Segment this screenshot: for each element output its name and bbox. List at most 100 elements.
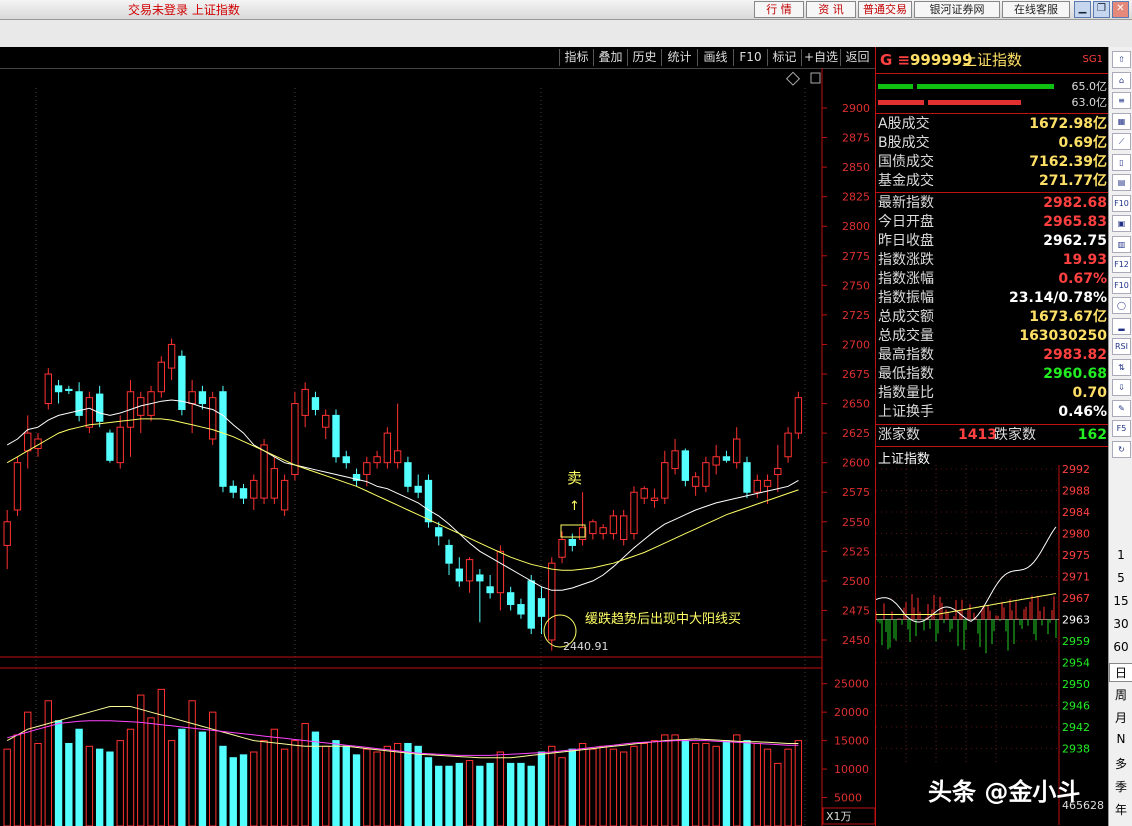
tool-indicator[interactable]: 指标 xyxy=(559,49,593,66)
down-arrow-icon[interactable]: ⇩ xyxy=(1112,379,1131,396)
mini-tick-label: 2980 xyxy=(1062,528,1090,541)
candle-body xyxy=(650,497,659,501)
period-9[interactable]: 多 xyxy=(1109,755,1132,772)
tool-overlay[interactable]: 叠加 xyxy=(593,49,627,66)
trade-button[interactable]: 普通交易 xyxy=(858,1,912,18)
tool-mark[interactable]: 标记 xyxy=(767,49,801,66)
period-3[interactable]: 30 xyxy=(1109,617,1132,631)
volume-unit: X1万 xyxy=(826,810,852,823)
rsi-icon[interactable]: RSI xyxy=(1112,338,1131,355)
candle-body xyxy=(784,432,792,458)
tool-drawing[interactable]: 画线 xyxy=(697,49,733,66)
period-0[interactable]: 1 xyxy=(1109,548,1132,562)
volume-bar xyxy=(671,734,679,826)
period-6[interactable]: 周 xyxy=(1109,686,1132,703)
f5-icon[interactable]: F5 xyxy=(1112,420,1131,437)
candle-body xyxy=(54,385,63,393)
candle-body xyxy=(640,488,648,499)
candle-body xyxy=(794,397,803,434)
candle-body xyxy=(691,476,700,487)
candle-body xyxy=(393,450,402,464)
quote-row: 总成交量 163030250 xyxy=(878,327,1107,346)
price-tick-label: 2700 xyxy=(842,338,870,351)
period-11[interactable]: 年 xyxy=(1109,801,1132,818)
period-8[interactable]: N xyxy=(1109,732,1132,746)
circle-icon[interactable]: ◯ xyxy=(1112,297,1131,314)
candle-body xyxy=(332,414,340,458)
broker-button[interactable]: 银河证券网 xyxy=(914,1,1000,18)
volume-bar xyxy=(188,700,196,826)
divider xyxy=(876,192,1109,193)
candle-body xyxy=(106,432,114,461)
candle-body xyxy=(527,580,535,629)
sell-bar-a xyxy=(878,100,924,105)
close-icon[interactable]: ✕ xyxy=(1112,1,1129,18)
market-button[interactable]: 行 情 xyxy=(754,1,804,18)
tool-history[interactable]: 历史 xyxy=(627,49,661,66)
candle-body xyxy=(219,391,227,487)
news-icon[interactable]: ▥ xyxy=(1112,235,1131,253)
period-5[interactable]: 日 xyxy=(1109,663,1132,682)
f12-icon[interactable]: F12 xyxy=(1112,256,1131,273)
period-7[interactable]: 月 xyxy=(1109,709,1132,726)
candle-body xyxy=(774,468,782,475)
maximize-icon[interactable]: ❐ xyxy=(1093,1,1110,18)
volume-bar xyxy=(599,745,607,826)
grid-icon[interactable]: ▦ xyxy=(1112,112,1131,130)
volume-bar xyxy=(630,745,638,826)
tool-f10[interactable]: F10 xyxy=(733,49,767,66)
up-arrow-icon[interactable]: ⇧ xyxy=(1112,51,1131,68)
home-icon[interactable]: ⌂ xyxy=(1112,71,1131,89)
menu-icon[interactable]: ≡ xyxy=(1112,92,1131,109)
candle-body xyxy=(753,479,761,493)
toolbar-band xyxy=(0,20,1132,48)
chart-toolbar: 指标 叠加 历史 统计 画线 F10 标记 +自选 返回 xyxy=(0,47,875,69)
volume-bar xyxy=(34,742,42,826)
table-icon[interactable]: ▤ xyxy=(1112,174,1131,191)
turnover-a: A股成交 1672.98亿 xyxy=(878,115,1107,134)
volume-bar xyxy=(527,765,535,826)
candle-body xyxy=(229,485,237,493)
mini-tick-label: 2950 xyxy=(1062,678,1090,691)
refresh-icon[interactable]: ↻ xyxy=(1112,440,1131,458)
row-label: 最高指数 xyxy=(878,347,934,363)
minimize-icon[interactable]: ▁ xyxy=(1074,1,1091,18)
up-down-icon[interactable]: ⇅ xyxy=(1112,358,1131,376)
tool-statistics[interactable]: 统计 xyxy=(661,49,697,66)
volume-bar xyxy=(239,754,248,826)
candle-body xyxy=(661,462,669,499)
candlestick-icon[interactable]: ▯ xyxy=(1112,153,1131,171)
tool-back[interactable]: 返回 xyxy=(840,49,874,66)
period-2[interactable]: 15 xyxy=(1109,594,1132,608)
candle-body xyxy=(85,397,94,428)
turnover-fund: 基金成交 271.77亿 xyxy=(878,172,1107,191)
kline-chart[interactable]: 2900 2875 2850 2825 2800 2775 2750 2725 2700 2675… xyxy=(0,68,875,826)
online-service-button[interactable]: 在线客服 xyxy=(1002,1,1070,18)
row-label: 昨日收盘 xyxy=(878,233,934,249)
tool-add-watchlist[interactable]: +自选 xyxy=(801,49,840,66)
period-4[interactable]: 60 xyxy=(1109,640,1132,654)
candle-body xyxy=(44,373,52,405)
f10x-icon[interactable]: F10 xyxy=(1112,276,1131,294)
volume-bar xyxy=(280,748,289,826)
volume-bar xyxy=(712,745,720,826)
f10-icon[interactable]: F10 xyxy=(1112,194,1131,212)
row-label: 指数量比 xyxy=(878,385,934,401)
candle-body xyxy=(311,397,320,410)
volume-bar xyxy=(568,748,577,826)
line-chart-icon[interactable]: ⟋ xyxy=(1112,133,1131,150)
intraday-chart[interactable]: 2992 2988 2984 2980 2975 2971 2967 2963 2959 2954… xyxy=(876,465,1109,825)
bar-icon[interactable]: ▂ xyxy=(1112,317,1131,335)
price-tick-label: 2475 xyxy=(842,604,870,617)
period-10[interactable]: 季 xyxy=(1109,778,1132,795)
price-tick-label: 2550 xyxy=(842,516,870,529)
info-button[interactable]: 资 讯 xyxy=(806,1,856,18)
pen-icon[interactable]: ✎ xyxy=(1112,399,1131,417)
volume-bar xyxy=(589,748,597,826)
stock-prefix: G ≡ xyxy=(880,51,911,69)
row-value: 2960.68 xyxy=(1043,366,1107,382)
report-icon[interactable]: ▣ xyxy=(1112,215,1131,232)
row-label: 国债成交 xyxy=(878,154,934,170)
period-1[interactable]: 5 xyxy=(1109,571,1132,585)
quote-row: 指数涨幅 0.67% xyxy=(878,270,1107,289)
